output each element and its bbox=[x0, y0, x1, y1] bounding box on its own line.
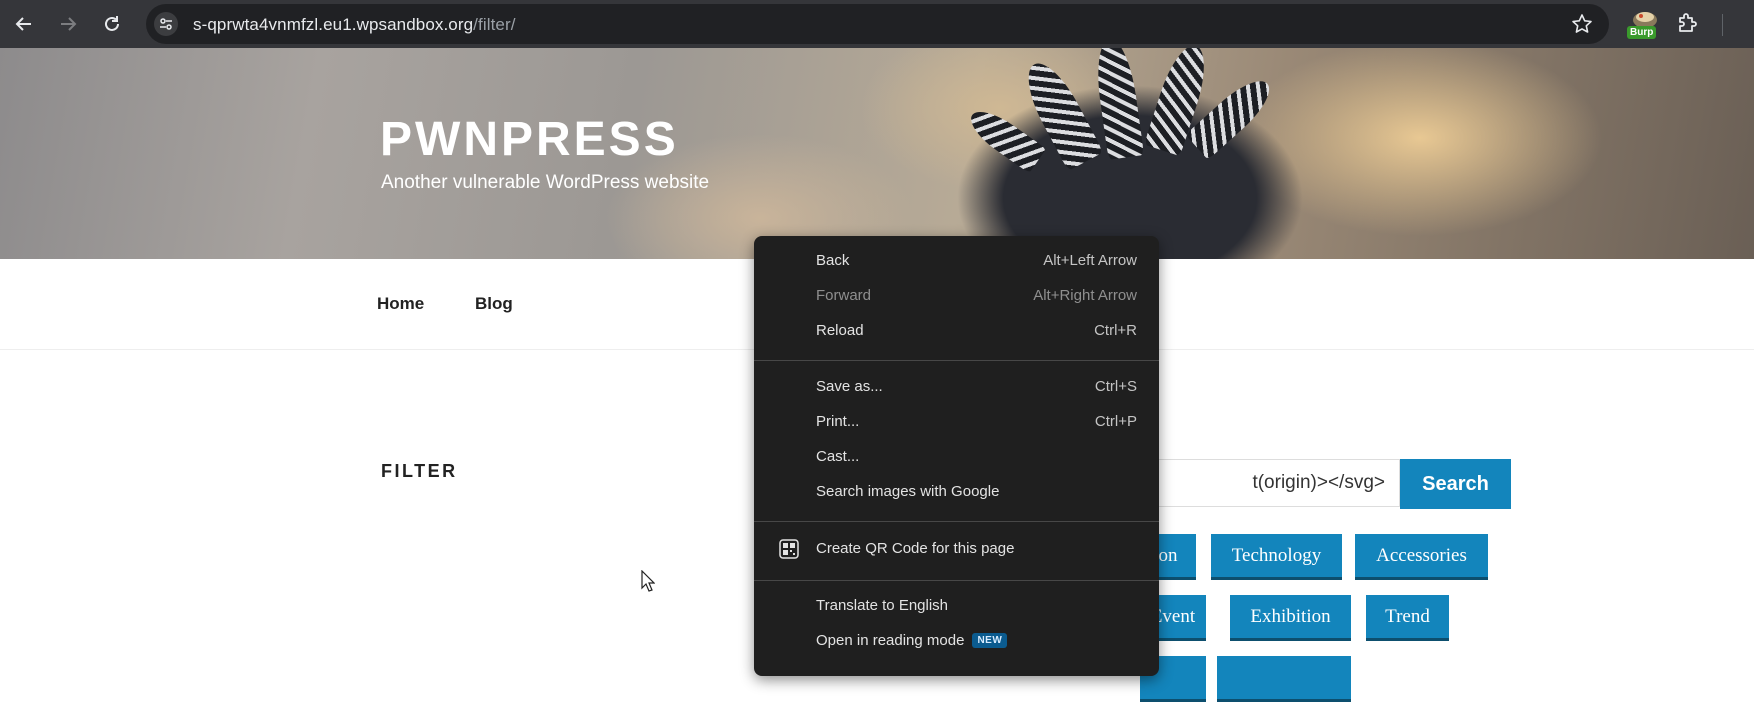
menu-item-shortcut: Alt+Right Arrow bbox=[1033, 287, 1137, 304]
url-text: s-qprwta4vnmfzl.eu1.wpsandbox.org/filter… bbox=[193, 15, 516, 35]
menu-item-label: Cast... bbox=[816, 448, 860, 465]
menu-item-save-as[interactable]: Save as... Ctrl+S bbox=[754, 370, 1159, 404]
menu-item-label: Open in reading mode NEW bbox=[816, 632, 1008, 649]
star-icon bbox=[1572, 14, 1592, 33]
new-badge: NEW bbox=[972, 633, 1008, 648]
forward-button[interactable] bbox=[53, 9, 83, 39]
menu-item-print[interactable]: Print... Ctrl+P bbox=[754, 405, 1159, 439]
menu-item-shortcut: Ctrl+P bbox=[1094, 413, 1137, 430]
menu-item-translate[interactable]: Translate to English bbox=[754, 589, 1159, 623]
browser-toolbar: s-qprwta4vnmfzl.eu1.wpsandbox.org/filter… bbox=[0, 0, 1754, 48]
page-title: FILTER bbox=[381, 461, 458, 481]
menu-item-reload[interactable]: Reload Ctrl+R bbox=[754, 314, 1159, 348]
menu-item-cast[interactable]: Cast... bbox=[754, 440, 1159, 474]
menu-item-label: Reload bbox=[816, 322, 864, 339]
tag-button[interactable]: Trend bbox=[1366, 595, 1449, 641]
nav-link-blog[interactable]: Blog bbox=[475, 294, 513, 314]
tag-button[interactable]: Accessories bbox=[1355, 534, 1488, 580]
burp-badge: Burp bbox=[1627, 26, 1657, 39]
qr-code-icon bbox=[779, 539, 799, 559]
site-title[interactable]: PWNPRESS bbox=[380, 112, 679, 167]
menu-item-label: Search images with Google bbox=[816, 483, 1000, 500]
menu-item-reading-mode[interactable]: Open in reading mode NEW bbox=[754, 624, 1159, 658]
site-tagline: Another vulnerable WordPress website bbox=[381, 172, 710, 193]
menu-item-label: Back bbox=[816, 252, 850, 269]
menu-item-label: Create QR Code for this page bbox=[816, 540, 1015, 557]
plant-decoration bbox=[963, 102, 1047, 174]
nav-link-home[interactable]: Home bbox=[377, 294, 424, 314]
reload-button[interactable] bbox=[97, 9, 127, 39]
menu-item-forward[interactable]: Forward Alt+Right Arrow bbox=[754, 279, 1159, 313]
arrow-right-icon bbox=[61, 17, 77, 31]
menu-item-label: Forward bbox=[816, 287, 872, 304]
url-path: /filter/ bbox=[473, 15, 516, 34]
puzzle-icon bbox=[1679, 13, 1697, 32]
tag-button[interactable] bbox=[1217, 656, 1351, 702]
menu-item-shortcut: Alt+Left Arrow bbox=[1043, 252, 1137, 269]
menu-item-label: Save as... bbox=[816, 378, 883, 395]
extensions-button[interactable] bbox=[1676, 11, 1700, 40]
menu-separator bbox=[754, 580, 1159, 581]
plant-decoration bbox=[1091, 48, 1145, 160]
reload-icon bbox=[105, 16, 119, 31]
site-header-image: PWNPRESS Another vulnerable WordPress we… bbox=[0, 48, 1754, 259]
url-host: s-qprwta4vnmfzl.eu1.wpsandbox.org bbox=[193, 15, 474, 34]
tag-button[interactable]: Exhibition bbox=[1230, 595, 1351, 641]
menu-item-label: Translate to English bbox=[816, 597, 949, 614]
menu-item-back[interactable]: Back Alt+Left Arrow bbox=[754, 244, 1159, 278]
menu-item-label: Print... bbox=[816, 413, 860, 430]
back-button[interactable] bbox=[9, 9, 39, 39]
menu-separator bbox=[754, 360, 1159, 361]
menu-item-shortcut: Ctrl+S bbox=[1094, 378, 1137, 395]
menu-separator bbox=[754, 521, 1159, 522]
burp-extension-button[interactable]: Burp bbox=[1627, 10, 1661, 42]
menu-item-create-qr-code[interactable]: Create QR Code for this page bbox=[754, 532, 1159, 566]
menu-item-text: Open in reading mode bbox=[816, 632, 965, 649]
menu-item-search-images[interactable]: Search images with Google bbox=[754, 475, 1159, 509]
arrow-left-icon bbox=[15, 17, 31, 31]
tune-icon bbox=[160, 18, 172, 30]
site-info-button[interactable] bbox=[154, 12, 178, 36]
context-menu: Back Alt+Left Arrow Forward Alt+Right Ar… bbox=[754, 236, 1159, 676]
search-button[interactable]: Search bbox=[1400, 459, 1511, 509]
menu-item-shortcut: Ctrl+R bbox=[1094, 322, 1137, 339]
bookmark-star-button[interactable] bbox=[1571, 13, 1593, 40]
mouse-cursor-icon bbox=[641, 570, 655, 592]
address-bar[interactable]: s-qprwta4vnmfzl.eu1.wpsandbox.org/filter… bbox=[146, 4, 1609, 44]
tag-button[interactable]: Technology bbox=[1211, 534, 1342, 580]
toolbar-divider bbox=[1722, 14, 1723, 36]
